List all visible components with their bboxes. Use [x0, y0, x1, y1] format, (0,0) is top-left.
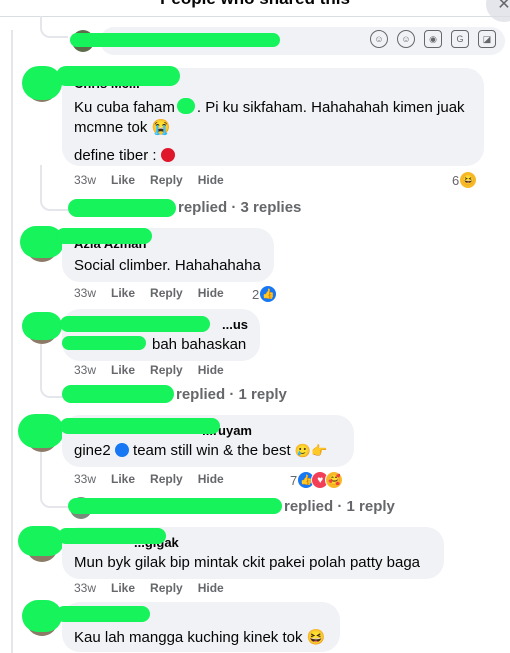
care-reaction-icon: 🥰 [325, 471, 344, 489]
thread-line [11, 30, 13, 653]
view-replies-link[interactable]: replied · 3 replies [178, 199, 301, 216]
redaction-mark [56, 66, 180, 86]
emoji-icon: 🥲👉 [294, 443, 328, 458]
like-reaction-icon: 👍 [259, 285, 278, 303]
close-icon: ✕ [497, 0, 510, 13]
redaction-mark [70, 33, 280, 47]
reply-button[interactable]: Reply [150, 472, 183, 486]
like-button[interactable]: Like [111, 472, 135, 486]
emoji-icon[interactable]: ☺ [397, 30, 415, 48]
reaction-summary[interactable]: 2 👍 [252, 285, 278, 303]
reply-button[interactable]: Reply [150, 286, 183, 300]
comment-actions: 33w Like Reply Hide [74, 581, 239, 595]
redaction-mark [56, 228, 152, 244]
redaction-mark [68, 199, 176, 217]
reaction-count: 7 [290, 472, 298, 488]
replies-connector [40, 165, 68, 211]
comment-text: Ku cuba faham. Pi ku sikfaham. Hahahahah… [74, 98, 465, 116]
redaction-mark [68, 498, 282, 514]
view-replies-link[interactable]: replied · 1 reply [284, 498, 395, 515]
comment-time[interactable]: 33w [74, 581, 96, 595]
redaction-mark [60, 418, 220, 434]
comment-text: gine2 team still win & the best 🥲👉 [74, 442, 328, 459]
hide-button[interactable]: Hide [198, 286, 224, 300]
redaction-mark [22, 312, 62, 340]
comment-actions: 33w Like Reply Hide [74, 472, 239, 486]
redaction-mark [18, 414, 64, 448]
comment-text-line3: define tiber : [74, 146, 472, 166]
comment-actions: 33w Like Reply Hide [74, 363, 239, 377]
comment-actions: 33w Like Reply Hide [74, 173, 239, 187]
redaction-mark [58, 528, 166, 544]
haha-reaction-icon: 😆 [459, 171, 478, 189]
camera-icon[interactable]: ◉ [424, 30, 442, 48]
comment-time[interactable]: 33w [74, 286, 96, 300]
like-button[interactable]: Like [111, 173, 135, 187]
redaction-mark [62, 385, 174, 403]
blue-circle-icon [114, 443, 129, 457]
avatar-sticker-icon[interactable]: ☺ [370, 30, 388, 48]
comment-text: Mun byk gilak bip mintak ckit pakei pola… [74, 554, 421, 571]
redaction-mark [56, 606, 150, 622]
reaction-summary[interactable]: 6 😆 [452, 171, 478, 189]
reply-button[interactable]: Reply [150, 363, 183, 377]
like-button[interactable]: Like [111, 286, 135, 300]
comment-time[interactable]: 33w [74, 472, 96, 486]
redaction-mark [62, 336, 146, 350]
hide-button[interactable]: Hide [198, 581, 224, 595]
reaction-summary[interactable]: 7 👍 ♥ 🥰 [290, 471, 344, 489]
dialog-title: People who shared this [0, 0, 510, 9]
reaction-count: 2 [252, 286, 260, 302]
comment-time[interactable]: 33w [74, 173, 96, 187]
view-replies-link[interactable]: replied · 1 reply [176, 386, 287, 403]
sticker-icon[interactable]: ◪ [478, 30, 496, 48]
header-divider [0, 16, 510, 17]
red-circle-icon [160, 148, 175, 162]
close-button[interactable]: ✕ [486, 0, 510, 22]
like-button[interactable]: Like [111, 581, 135, 595]
reaction-count: 6 [452, 172, 460, 188]
comment-actions: 33w Like Reply Hide [74, 286, 239, 300]
comment-time[interactable]: 33w [74, 363, 96, 377]
redaction-mark [18, 526, 64, 556]
composer-icons: ☺ ☺ ◉ G ◪ [370, 30, 496, 48]
reply-button[interactable]: Reply [150, 173, 183, 187]
hide-button[interactable]: Hide [198, 472, 224, 486]
comment-text: Social climber. Hahahahaha [74, 257, 261, 274]
reply-button[interactable]: Reply [150, 581, 183, 595]
comment-text: Kau lah mangga kuching kinek tok 😆 [74, 629, 326, 646]
hide-button[interactable]: Hide [198, 173, 224, 187]
comment-text-line2: mcmne tok 😭 [74, 119, 171, 136]
replies-connector [40, 452, 68, 508]
redaction-mark [60, 316, 210, 332]
like-button[interactable]: Like [111, 363, 135, 377]
hide-button[interactable]: Hide [198, 363, 224, 377]
composer-connector [40, 16, 68, 38]
gif-icon[interactable]: G [451, 30, 469, 48]
